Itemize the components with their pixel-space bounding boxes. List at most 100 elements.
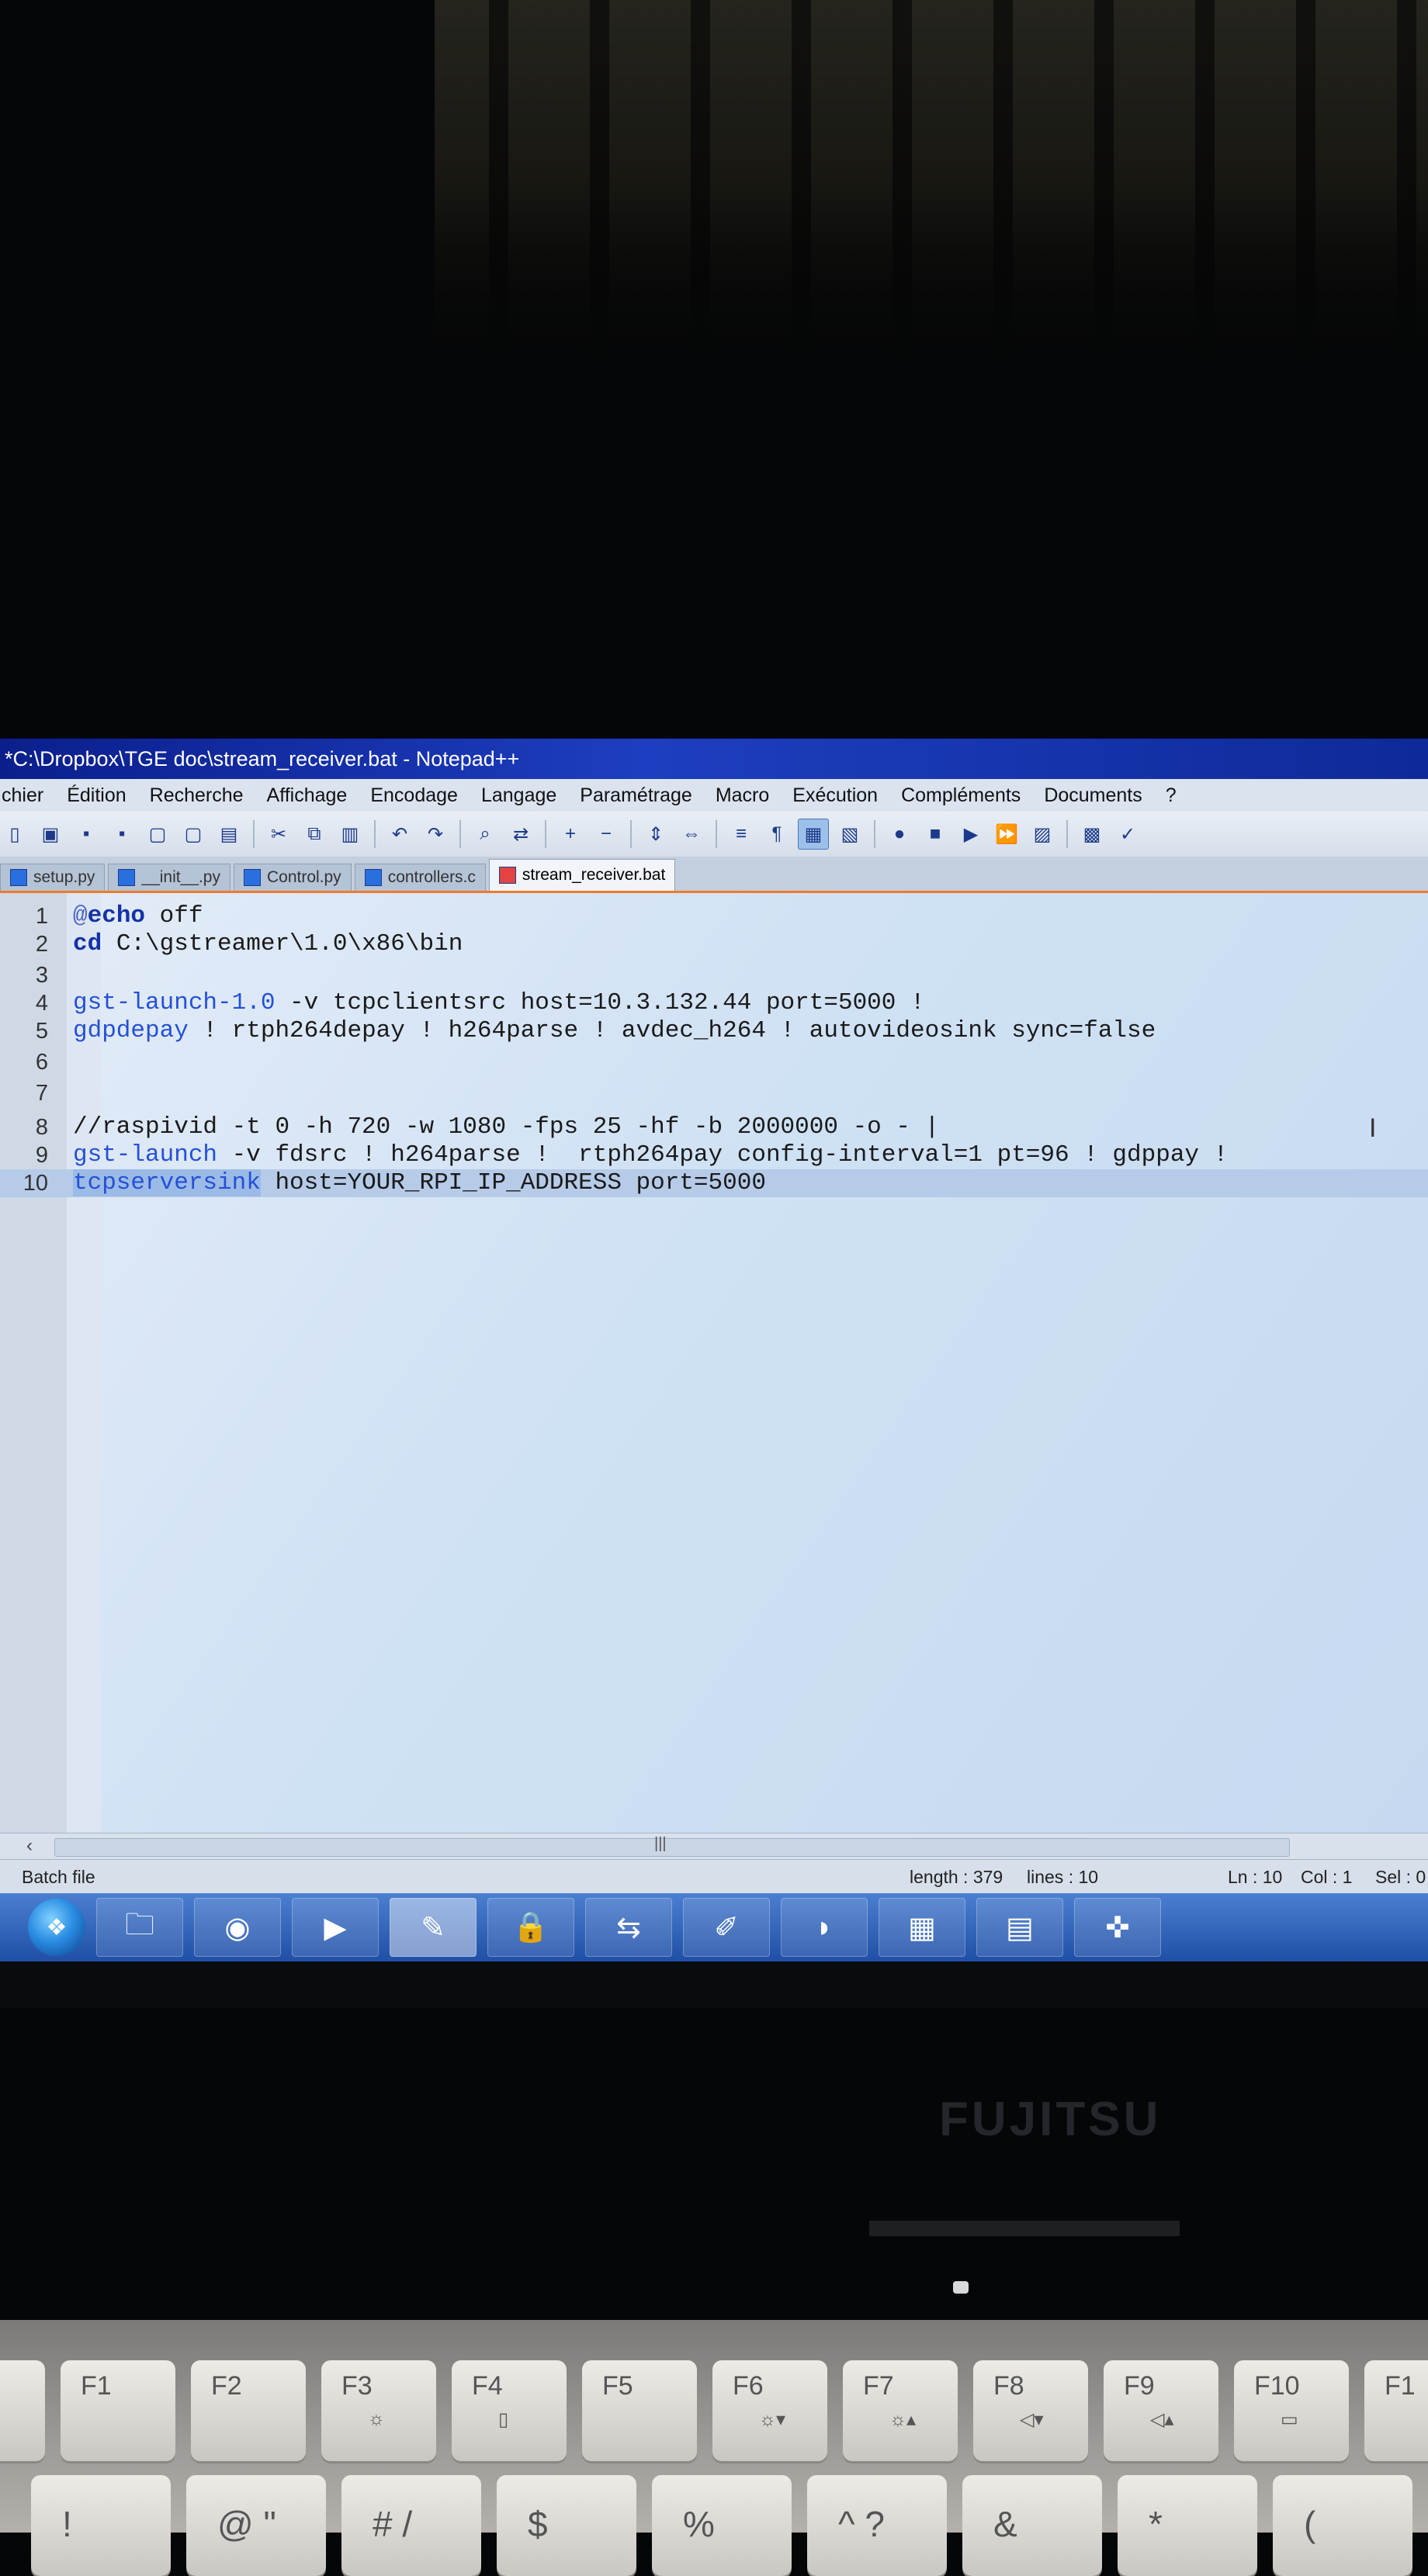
stop-macro-icon[interactable]: ■ [920, 819, 950, 849]
code-token: @ [73, 902, 88, 930]
menu-item-2[interactable]: Recherche [148, 783, 245, 808]
paste-icon[interactable]: ▥ [335, 819, 365, 849]
start-button[interactable]: ❖ [28, 1899, 85, 1956]
zoom-out-icon[interactable]: − [591, 819, 621, 849]
notes-icon[interactable]: ✐ [683, 1898, 770, 1957]
key-symbol[interactable]: ! [31, 2475, 171, 2576]
key-f6[interactable]: F6 ☼▾ [712, 2360, 827, 2461]
network-transfer-icon[interactable]: ⇆ [585, 1898, 672, 1957]
zoom-in-icon[interactable]: + [556, 819, 585, 849]
key-f4[interactable]: F4 ▯ [452, 2360, 567, 2461]
scroll-left-icon[interactable]: ‹ [26, 1835, 33, 1857]
code-line[interactable]: 3 [0, 961, 1428, 989]
key-symbol[interactable]: % [652, 2475, 792, 2576]
media-app-icon[interactable]: ◗ [781, 1898, 868, 1957]
open-file-icon[interactable]: ▣ [36, 819, 65, 849]
spellcheck-icon[interactable]: ✓ [1113, 819, 1142, 849]
menu-item-9[interactable]: Compléments [899, 783, 1022, 808]
sync-horizontal-icon[interactable]: ⇔ [677, 819, 706, 849]
word-wrap-icon[interactable]: ≡ [726, 819, 756, 849]
menu-item-6[interactable]: Paramétrage [578, 783, 694, 808]
tab-0[interactable]: setup.py [0, 864, 106, 891]
code-line[interactable]: 8 //raspivid -t 0 -h 720 -w 1080 -fps 25 … [0, 1113, 1428, 1141]
security-icon[interactable]: 🔒 [487, 1898, 574, 1957]
code-token: gdpdepay [73, 1017, 189, 1044]
key-label: F4 [472, 2371, 503, 2401]
key-f1[interactable]: F1 [1364, 2360, 1428, 2461]
menu-item-5[interactable]: Langage [480, 783, 558, 808]
key-f8[interactable]: F8 ◁▾ [973, 2360, 1088, 2461]
close-all-icon[interactable]: ▢ [178, 819, 208, 849]
code-line[interactable]: 2 cd C:\gstreamer\1.0\x86\bin [0, 930, 1428, 958]
replace-icon[interactable]: ⇄ [506, 819, 536, 849]
undo-icon[interactable]: ↶ [385, 819, 414, 849]
code-line[interactable]: 6 [0, 1048, 1428, 1076]
scrollbar-thumb[interactable] [54, 1838, 1290, 1857]
notepadpp-icon[interactable]: ✎ [390, 1898, 477, 1957]
save-icon[interactable]: ▪ [71, 819, 101, 849]
code-line[interactable]: 4 gst-launch-1.0 -v tcpclientsrc host=10.… [0, 989, 1428, 1017]
tab-label: controllers.c [387, 868, 476, 886]
menu-item-10[interactable]: Documents [1042, 783, 1143, 808]
save-all-icon[interactable]: ▪ [107, 819, 137, 849]
redo-icon[interactable]: ↷ [421, 819, 450, 849]
show-all-chars-icon[interactable]: ¶ [762, 819, 792, 849]
code-line[interactable]: 1 @echo off [0, 902, 1428, 930]
windows-explorer-icon[interactable]: 🗀 [96, 1898, 183, 1957]
indent-guide-icon[interactable]: ▦ [798, 819, 829, 850]
menu-item-4[interactable]: Encodage [369, 783, 459, 808]
key-symbol[interactable]: $ [497, 2475, 636, 2576]
tab-1[interactable]: __init__.py [108, 864, 230, 891]
menu-item-8[interactable]: Exécution [791, 783, 879, 808]
tab-3[interactable]: controllers.c [354, 864, 486, 891]
key-f2[interactable]: F2 [191, 2360, 306, 2461]
key-symbol[interactable]: * [1118, 2475, 1257, 2576]
code-line[interactable]: 9 gst-launch -v fdsrc ! h264parse ! rtph2… [0, 1141, 1428, 1169]
video-editor-icon[interactable]: ▶ [292, 1898, 379, 1957]
key-symbol[interactable]: ^ ? [807, 2475, 947, 2576]
code-line[interactable]: 7 [0, 1079, 1428, 1107]
key-f3[interactable]: F3 ☼ [321, 2360, 436, 2461]
menu-item-11[interactable]: ? [1164, 783, 1178, 808]
text-cursor-icon: I [1369, 1113, 1377, 1143]
document-map-icon[interactable]: ▧ [835, 819, 865, 849]
close-icon[interactable]: ▢ [143, 819, 172, 849]
menu-item-7[interactable]: Macro [714, 783, 771, 808]
save-macro-icon[interactable]: ▨ [1028, 819, 1057, 849]
key-ap[interactable]: ap [0, 2360, 45, 2461]
horizontal-scrollbar[interactable]: ‹ ||| [0, 1833, 1428, 1860]
play-macro-icon[interactable]: ▶ [956, 819, 986, 849]
key-symbol[interactable]: @ " [186, 2475, 326, 2576]
run-macro-multiple-icon[interactable]: ⏩ [992, 819, 1021, 849]
menu-item-1[interactable]: Édition [65, 783, 127, 808]
tab-4[interactable]: stream_receiver.bat [488, 859, 676, 891]
key-label: @ " [217, 2504, 276, 2544]
key-f7[interactable]: F7 ☼▴ [843, 2360, 958, 2461]
menu-item-0[interactable]: chier [0, 783, 45, 808]
editor-area[interactable]: 1 @echo off 2 cd C:\gstreamer\1.0\x86\bin 3 4… [0, 893, 1428, 1833]
chrome-icon[interactable]: ◉ [194, 1898, 281, 1957]
key-f1[interactable]: F1 [61, 2360, 175, 2461]
key-f5[interactable]: F5 [582, 2360, 697, 2461]
code-line[interactable]: 5 gdpdepay ! rtph264depay ! h264parse ! a… [0, 1017, 1428, 1045]
folder-icon[interactable]: ▤ [976, 1898, 1063, 1957]
calculator-icon[interactable]: ▦ [879, 1898, 965, 1957]
cut-icon[interactable]: ✂ [264, 819, 293, 849]
line-position-label: Ln : 10 [1228, 1867, 1283, 1887]
tab-2[interactable]: Control.py [233, 864, 352, 891]
gamepad-icon[interactable]: ✜ [1074, 1898, 1161, 1957]
key-f9[interactable]: F9 ◁▴ [1104, 2360, 1218, 2461]
key-f10[interactable]: F10 ▭ [1234, 2360, 1349, 2461]
key-symbol[interactable]: ( [1273, 2475, 1412, 2576]
copy-icon[interactable]: ⧉ [300, 819, 329, 849]
print-icon[interactable]: ▤ [214, 819, 244, 849]
sync-vertical-icon[interactable]: ⇕ [641, 819, 671, 849]
open-folder-icon[interactable]: ▩ [1077, 819, 1107, 849]
key-symbol[interactable]: # / [341, 2475, 481, 2576]
new-file-icon[interactable]: ▯ [0, 819, 29, 849]
record-macro-icon[interactable]: ● [885, 819, 914, 849]
key-symbol[interactable]: & [962, 2475, 1102, 2576]
find-icon[interactable]: ⌕ [470, 819, 500, 849]
menu-item-3[interactable]: Affichage [265, 783, 349, 808]
code-line[interactable]: 10 tcpserversink host=YOUR_RPI_IP_ADDRESS… [0, 1169, 1428, 1197]
